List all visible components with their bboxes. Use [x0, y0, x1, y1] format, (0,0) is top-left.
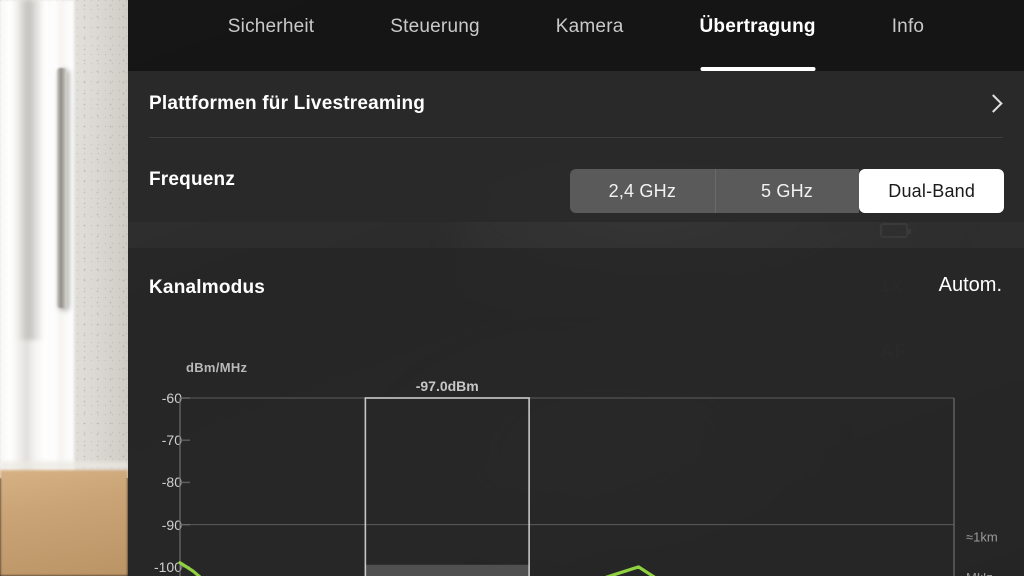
spectrum-plot: [178, 397, 955, 576]
tab-kamera[interactable]: Kamera: [518, 16, 662, 71]
tab-uebertragung[interactable]: Übertragung: [662, 16, 854, 71]
segment-dual-band[interactable]: Dual-Band: [859, 169, 1005, 213]
row-label: Plattformen für Livestreaming: [149, 93, 426, 114]
tab-label: Kamera: [555, 16, 624, 37]
section-separator: [128, 222, 1024, 248]
segment-5ghz[interactable]: 5 GHz: [714, 169, 860, 213]
tab-label: Info: [891, 16, 925, 37]
row-livestream-platforms[interactable]: Plattformen für Livestreaming: [128, 71, 1024, 137]
tab-label: Steuerung: [390, 16, 480, 37]
tab-sicherheit[interactable]: Sicherheit: [190, 16, 353, 71]
tab-label: Übertragung: [699, 16, 816, 37]
row-label: Frequenz: [149, 169, 236, 190]
frequency-segmented-control[interactable]: 2,4 GHz 5 GHz Dual-Band: [570, 169, 1005, 213]
segment-24ghz[interactable]: 2,4 GHz: [570, 169, 715, 213]
wooden-floor: [0, 470, 128, 576]
spectrum-chart: dBm/MHz -97.0dBm -60-70-80-90-100 ≈1km≈4…: [128, 248, 1024, 576]
selection-band-outline: [364, 397, 530, 576]
row-frequency: Frequenz 2,4 GHz 5 GHz Dual-Band: [128, 138, 1024, 222]
tab-bar: Sicherheit Steuerung Kamera Übertragung …: [128, 0, 1024, 71]
door-handle: [57, 68, 67, 308]
settings-group-top: Plattformen für Livestreaming Frequenz 2…: [128, 71, 1024, 222]
tab-label: Sicherheit: [227, 16, 315, 37]
settings-panel: Sicherheit Steuerung Kamera Übertragung …: [128, 0, 1024, 576]
tab-steuerung[interactable]: Steuerung: [352, 16, 517, 71]
selection-band-fill: [365, 564, 530, 576]
curtain-fold: [16, 0, 44, 340]
tab-info[interactable]: Info: [854, 16, 963, 71]
app-root: 1x AF Sicherheit Steuerung Kamera Übertr…: [0, 0, 1024, 576]
chevron-right-icon[interactable]: [984, 94, 1003, 113]
